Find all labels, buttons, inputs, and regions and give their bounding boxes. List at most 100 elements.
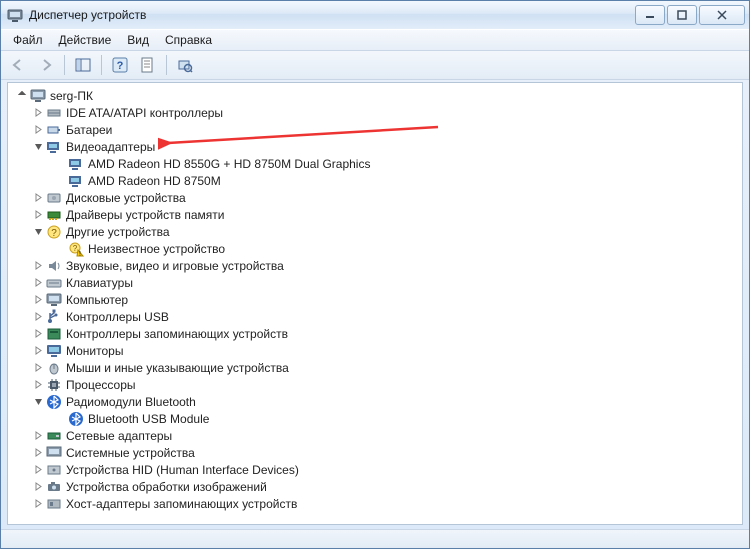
menu-view[interactable]: Вид (119, 31, 157, 49)
expand-icon[interactable] (32, 464, 44, 476)
bluetooth-icon (68, 411, 84, 427)
tree-item-bluetooth-device[interactable]: Bluetooth USB Module (10, 410, 740, 427)
tree-item-mice[interactable]: Мыши и иные указывающие устройства (10, 359, 740, 376)
tree-item-host-storage[interactable]: Хост-адаптеры запоминающих устройств (10, 495, 740, 512)
tree-item-memory-drivers[interactable]: Драйверы устройств памяти (10, 206, 740, 223)
app-icon (7, 7, 23, 23)
collapse-icon[interactable] (32, 226, 44, 238)
storage-controller-icon (46, 326, 62, 342)
tree-item-label: Видеоадаптеры (66, 140, 155, 154)
separator (166, 55, 167, 75)
tree-item-label: Неизвестное устройство (88, 242, 225, 256)
tree-item-other-devices[interactable]: ? Другие устройства (10, 223, 740, 240)
sound-icon (46, 258, 62, 274)
tree-item-storage-controllers[interactable]: Контроллеры запоминающих устройств (10, 325, 740, 342)
separator (101, 55, 102, 75)
tree-item-label: Сетевые адаптеры (66, 429, 172, 443)
tree-item-video-device[interactable]: AMD Radeon HD 8750M (10, 172, 740, 189)
svg-text:?: ? (51, 228, 57, 239)
expand-icon[interactable] (32, 124, 44, 136)
imaging-device-icon (46, 479, 62, 495)
separator (64, 55, 65, 75)
menu-action[interactable]: Действие (51, 31, 120, 49)
bluetooth-icon (46, 394, 62, 410)
expand-icon[interactable] (32, 260, 44, 272)
tree-item-label: Устройства HID (Human Interface Devices) (66, 463, 299, 477)
tree-item-ide[interactable]: IDE ATA/ATAPI контроллеры (10, 104, 740, 121)
expand-icon[interactable] (32, 209, 44, 221)
back-button[interactable] (5, 53, 31, 77)
tree-item-label: Радиомодули Bluetooth (66, 395, 196, 409)
expand-icon[interactable] (32, 311, 44, 323)
tree-root[interactable]: serg-ПК (10, 87, 740, 104)
menu-file[interactable]: Файл (5, 31, 51, 49)
tree-item-usb-controllers[interactable]: Контроллеры USB (10, 308, 740, 325)
monitor-icon (46, 343, 62, 359)
expand-icon[interactable] (32, 277, 44, 289)
tree-item-label: AMD Radeon HD 8550G + HD 8750M Dual Grap… (88, 157, 370, 171)
tree-item-video-device[interactable]: AMD Radeon HD 8550G + HD 8750M Dual Grap… (10, 155, 740, 172)
network-adapter-icon (46, 428, 62, 444)
expand-icon[interactable] (32, 192, 44, 204)
toolbar: ? (1, 51, 749, 80)
tree-item-network[interactable]: Сетевые адаптеры (10, 427, 740, 444)
help-button[interactable]: ? (107, 53, 133, 77)
ide-controller-icon (46, 105, 62, 121)
tree-item-label: Дисковые устройства (66, 191, 186, 205)
tree-item-sound[interactable]: Звуковые, видео и игровые устройства (10, 257, 740, 274)
window-buttons (635, 5, 745, 25)
window-title: Диспетчер устройств (29, 8, 635, 22)
keyboard-icon (46, 275, 62, 291)
tree-item-computer[interactable]: Компьютер (10, 291, 740, 308)
tree-item-batteries[interactable]: Батареи (10, 121, 740, 138)
svg-text:?: ? (73, 244, 78, 253)
collapse-icon[interactable] (32, 396, 44, 408)
display-adapter-icon (68, 173, 84, 189)
collapse-icon[interactable] (32, 141, 44, 153)
device-tree[interactable]: serg-ПК IDE ATA/ATAPI контроллеры Батаре… (8, 83, 742, 525)
expand-icon[interactable] (32, 107, 44, 119)
collapse-icon[interactable] (16, 90, 28, 102)
tree-item-monitors[interactable]: Мониторы (10, 342, 740, 359)
expand-icon[interactable] (32, 481, 44, 493)
expand-icon[interactable] (32, 498, 44, 510)
usb-icon (46, 309, 62, 325)
tree-item-label: Мыши и иные указывающие устройства (66, 361, 289, 375)
minimize-button[interactable] (635, 5, 665, 25)
content-pane: serg-ПК IDE ATA/ATAPI контроллеры Батаре… (7, 82, 743, 525)
expand-icon[interactable] (32, 379, 44, 391)
tree-item-bluetooth[interactable]: Радиомодули Bluetooth (10, 393, 740, 410)
tree-item-hid[interactable]: Устройства HID (Human Interface Devices) (10, 461, 740, 478)
properties-button[interactable] (135, 53, 161, 77)
expand-icon[interactable] (32, 447, 44, 459)
tree-item-processors[interactable]: Процессоры (10, 376, 740, 393)
forward-button[interactable] (33, 53, 59, 77)
tree-item-label: Контроллеры USB (66, 310, 169, 324)
tree-item-label: Батареи (66, 123, 112, 137)
expand-icon[interactable] (32, 294, 44, 306)
show-hide-console-tree-button[interactable] (70, 53, 96, 77)
tree-item-label: Устройства обработки изображений (66, 480, 267, 494)
menu-help[interactable]: Справка (157, 31, 220, 49)
expand-icon[interactable] (32, 328, 44, 340)
menubar: Файл Действие Вид Справка (1, 29, 749, 51)
tree-item-label: Клавиатуры (66, 276, 133, 290)
svg-text:?: ? (117, 60, 124, 72)
tree-item-system[interactable]: Системные устройства (10, 444, 740, 461)
tree-item-unknown-device[interactable]: ? ! Неизвестное устройство (10, 240, 740, 257)
expand-icon[interactable] (32, 345, 44, 357)
tree-item-keyboards[interactable]: Клавиатуры (10, 274, 740, 291)
expand-icon[interactable] (32, 362, 44, 374)
maximize-button[interactable] (667, 5, 697, 25)
tree-item-disk[interactable]: Дисковые устройства (10, 189, 740, 206)
tree-item-label: Компьютер (66, 293, 128, 307)
processor-icon (46, 377, 62, 393)
tree-item-imaging[interactable]: Устройства обработки изображений (10, 478, 740, 495)
tree-item-label: Драйверы устройств памяти (66, 208, 224, 222)
computer-icon (30, 88, 46, 104)
close-button[interactable] (699, 5, 745, 25)
expand-icon[interactable] (32, 430, 44, 442)
tree-item-video-adapters[interactable]: Видеоадаптеры (10, 138, 740, 155)
scan-hardware-button[interactable] (172, 53, 198, 77)
tree-item-label: Звуковые, видео и игровые устройства (66, 259, 284, 273)
